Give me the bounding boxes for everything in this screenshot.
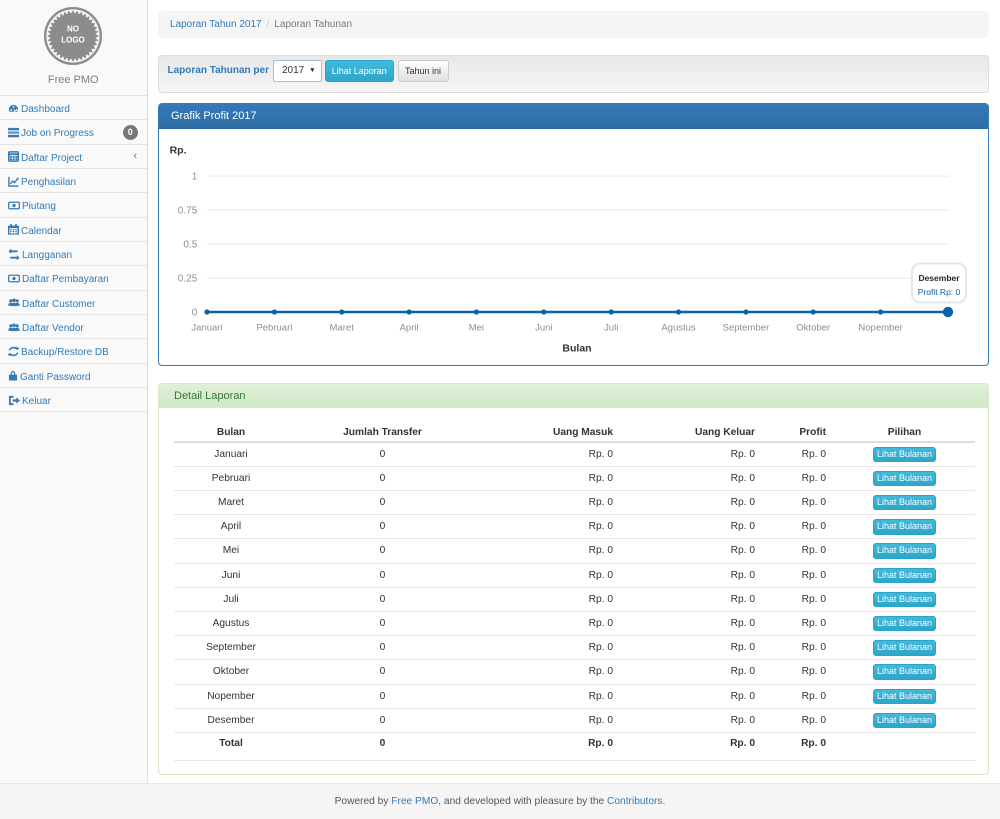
svg-text:April: April: [400, 322, 419, 333]
svg-text:Desember: Desember: [918, 273, 960, 283]
svg-text:0.75: 0.75: [178, 205, 198, 216]
svg-text:LOGO: LOGO: [61, 36, 85, 45]
svg-text:Oktober: Oktober: [796, 322, 830, 333]
svg-text:Januari: Januari: [191, 322, 222, 333]
svg-text:Juni: Juni: [535, 322, 552, 333]
svg-text:September: September: [723, 322, 769, 333]
svg-text:Rp.: Rp.: [170, 144, 187, 156]
svg-text:Profit Rp: 0: Profit Rp: 0: [918, 287, 961, 297]
svg-text:0.5: 0.5: [183, 239, 197, 250]
svg-text:NO: NO: [67, 25, 79, 34]
svg-text:Bulan: Bulan: [562, 342, 591, 354]
svg-text:0: 0: [192, 307, 198, 318]
svg-text:Nopember: Nopember: [858, 322, 902, 333]
svg-text:0.25: 0.25: [178, 273, 198, 284]
svg-text:Mei: Mei: [469, 322, 484, 333]
svg-text:Maret: Maret: [330, 322, 355, 333]
svg-text:Agustus: Agustus: [661, 322, 696, 333]
svg-text:Pebruari: Pebruari: [256, 322, 292, 333]
svg-text:1: 1: [192, 171, 198, 182]
svg-text:Juli: Juli: [604, 322, 618, 333]
